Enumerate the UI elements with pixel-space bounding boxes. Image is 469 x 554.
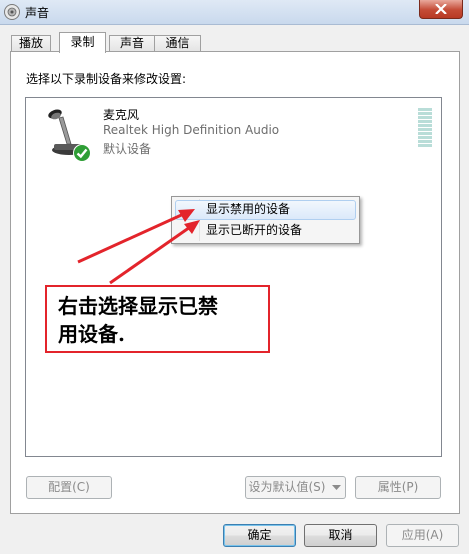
annotation-line-2: 用设备.: [58, 322, 125, 346]
annotation-line-1: 右击选择显示已禁: [58, 294, 218, 318]
chevron-down-icon: [332, 485, 341, 490]
tab-recording[interactable]: 录制: [59, 32, 106, 53]
tab-communications[interactable]: 通信: [154, 35, 201, 52]
set-default-button[interactable]: 设为默认值(S): [245, 476, 329, 499]
tab-playback[interactable]: 播放: [11, 35, 51, 52]
set-default-dropdown[interactable]: [328, 476, 346, 499]
device-list[interactable]: 麦克风 Realtek High Definition Audio 默认设备: [25, 97, 442, 457]
close-button[interactable]: [419, 0, 463, 19]
speaker-icon: [4, 4, 20, 20]
menu-item-show-disabled[interactable]: 显示禁用的设备: [175, 200, 356, 220]
device-driver: Realtek High Definition Audio: [103, 123, 280, 137]
window-title: 声音: [25, 6, 50, 20]
close-icon: [435, 4, 447, 14]
context-menu: 显示禁用的设备 显示已断开的设备: [171, 196, 360, 244]
tab-sounds[interactable]: 声音: [109, 35, 155, 52]
device-name: 麦克风: [103, 108, 140, 122]
title-bar: 声音: [0, 0, 469, 25]
recording-panel: 选择以下录制设备来修改设置: 麦克风 Realtek High Definiti…: [10, 51, 460, 514]
menu-item-show-disconnected[interactable]: 显示已断开的设备: [175, 221, 356, 241]
configure-button[interactable]: 配置(C): [26, 476, 112, 499]
annotation-callout: 右击选择显示已禁 用设备.: [45, 285, 270, 353]
volume-level-meter: [418, 108, 432, 150]
cancel-button[interactable]: 取消: [304, 524, 377, 547]
ok-button[interactable]: 确定: [223, 524, 296, 547]
properties-button[interactable]: 属性(P): [355, 476, 441, 499]
device-status: 默认设备: [103, 142, 152, 156]
green-check-icon: [73, 144, 91, 162]
instruction-text: 选择以下录制设备来修改设置:: [26, 72, 187, 86]
apply-button[interactable]: 应用(A): [386, 524, 459, 547]
